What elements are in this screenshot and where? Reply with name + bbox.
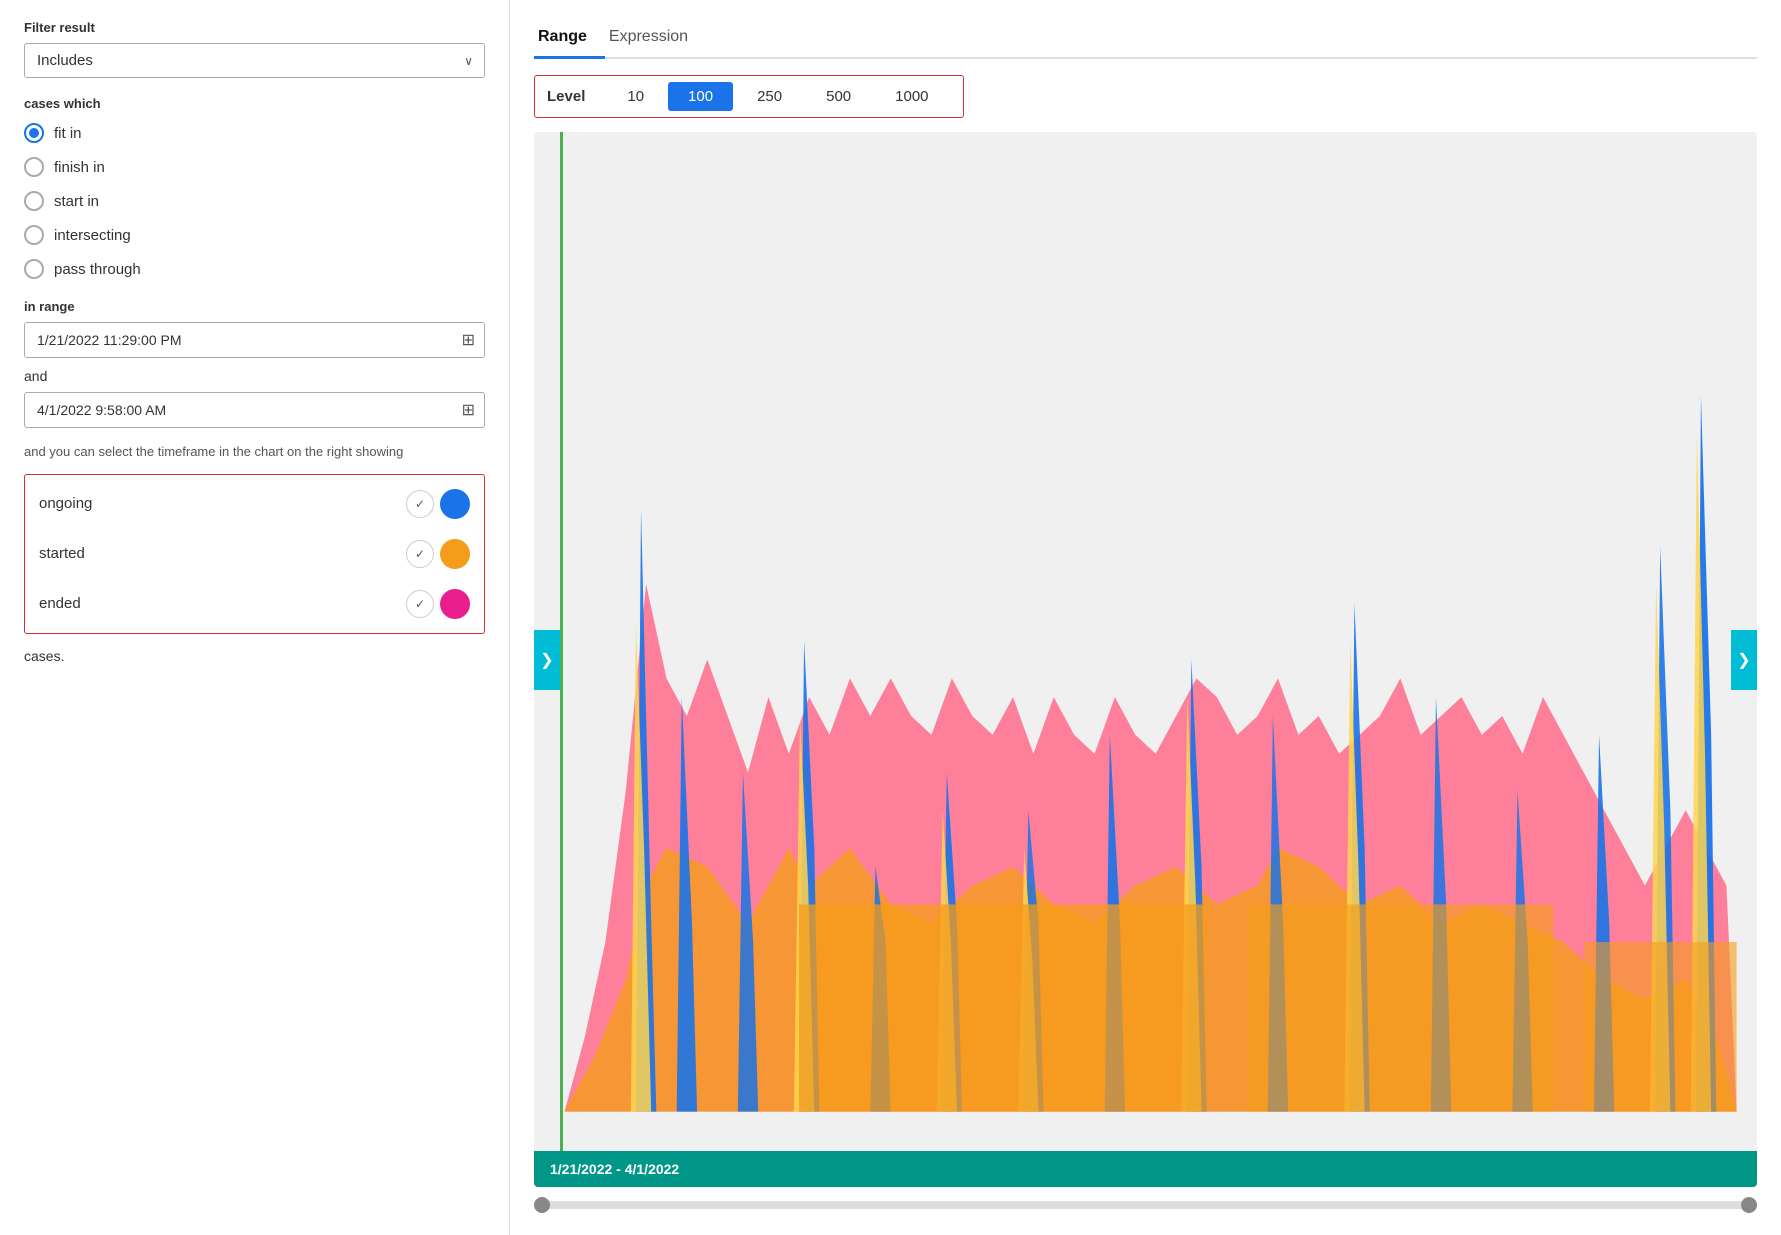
filter-dropdown[interactable]: Includes — [24, 43, 485, 78]
scrollbar-row — [534, 1195, 1757, 1215]
radio-circle-fit-in[interactable] — [24, 123, 44, 143]
chart-svg — [534, 132, 1757, 1187]
radio-start-in[interactable]: start in — [24, 191, 485, 211]
filter-result-label: Filter result — [24, 20, 485, 35]
start-date-input[interactable] — [24, 322, 485, 358]
toggle-check-started[interactable]: ✓ — [406, 540, 434, 568]
in-range-label: in range — [24, 299, 485, 314]
scrollbar-track[interactable] — [534, 1201, 1757, 1209]
level-option-250[interactable]: 250 — [737, 82, 802, 111]
radio-label-finish-in: finish in — [54, 159, 105, 176]
toggle-right-ongoing: ✓ — [406, 489, 470, 519]
radio-fit-in[interactable]: fit in — [24, 123, 485, 143]
tab-expression[interactable]: Expression — [605, 20, 706, 59]
scrollbar-thumb-left[interactable] — [534, 1197, 550, 1213]
level-option-100[interactable]: 100 — [668, 82, 733, 111]
radio-label-fit-in: fit in — [54, 125, 82, 142]
toggle-label-ended: ended — [39, 595, 81, 612]
filter-dropdown-wrapper[interactable]: Includes ∨ — [24, 43, 485, 78]
toggle-item-ongoing: ongoing ✓ — [25, 479, 484, 529]
radio-circle-finish-in[interactable] — [24, 157, 44, 177]
level-option-500[interactable]: 500 — [806, 82, 871, 111]
chart-container[interactable]: ❯ ❯ 1/21/2022 - 4/1/2022 — [534, 132, 1757, 1187]
radio-pass-through[interactable]: pass through — [24, 259, 485, 279]
toggle-check-ongoing[interactable]: ✓ — [406, 490, 434, 518]
radio-group: fit in finish in start in intersecting p… — [24, 123, 485, 279]
toggle-dot-ongoing[interactable] — [440, 489, 470, 519]
radio-intersecting[interactable]: intersecting — [24, 225, 485, 245]
end-date-wrapper[interactable]: ⊞ — [24, 392, 485, 428]
level-option-1000[interactable]: 1000 — [875, 82, 948, 111]
toggle-dot-started[interactable] — [440, 539, 470, 569]
scrollbar-thumb-right[interactable] — [1741, 1197, 1757, 1213]
right-panel: Range Expression Level 10 100 250 500 10… — [510, 0, 1781, 1235]
chart-nav-left-button[interactable]: ❯ — [534, 630, 560, 690]
toggle-dot-ended[interactable] — [440, 589, 470, 619]
chart-date-range-text: 1/21/2022 - 4/1/2022 — [550, 1161, 679, 1177]
toggle-label-ongoing: ongoing — [39, 495, 92, 512]
toggle-item-ended: ended ✓ — [25, 579, 484, 629]
toggle-right-ended: ✓ — [406, 589, 470, 619]
toggle-check-ended[interactable]: ✓ — [406, 590, 434, 618]
cases-suffix: cases. — [24, 648, 64, 664]
start-date-wrapper[interactable]: ⊞ — [24, 322, 485, 358]
chart-nav-right-button[interactable]: ❯ — [1731, 630, 1757, 690]
radio-circle-start-in[interactable] — [24, 191, 44, 211]
left-panel: Filter result Includes ∨ cases which fit… — [0, 0, 510, 1235]
toggle-label-started: started — [39, 545, 85, 562]
end-date-input[interactable] — [24, 392, 485, 428]
level-option-10[interactable]: 10 — [607, 82, 664, 111]
level-label: Level — [547, 88, 585, 105]
radio-label-intersecting: intersecting — [54, 227, 131, 244]
toggle-item-started: started ✓ — [25, 529, 484, 579]
chart-green-line — [560, 132, 563, 1151]
radio-label-start-in: start in — [54, 193, 99, 210]
radio-circle-intersecting[interactable] — [24, 225, 44, 245]
tabs-row: Range Expression — [534, 20, 1757, 59]
tab-range[interactable]: Range — [534, 20, 605, 59]
level-selector: Level 10 100 250 500 1000 — [534, 75, 964, 118]
cases-which-label: cases which — [24, 96, 485, 111]
chart-date-bar: 1/21/2022 - 4/1/2022 — [534, 1151, 1757, 1187]
toggle-right-started: ✓ — [406, 539, 470, 569]
toggle-list: ongoing ✓ started ✓ ended ✓ — [24, 474, 485, 634]
and-label: and — [24, 368, 485, 384]
radio-label-pass-through: pass through — [54, 261, 141, 278]
helper-text: and you can select the timeframe in the … — [24, 442, 485, 462]
radio-finish-in[interactable]: finish in — [24, 157, 485, 177]
radio-circle-pass-through[interactable] — [24, 259, 44, 279]
